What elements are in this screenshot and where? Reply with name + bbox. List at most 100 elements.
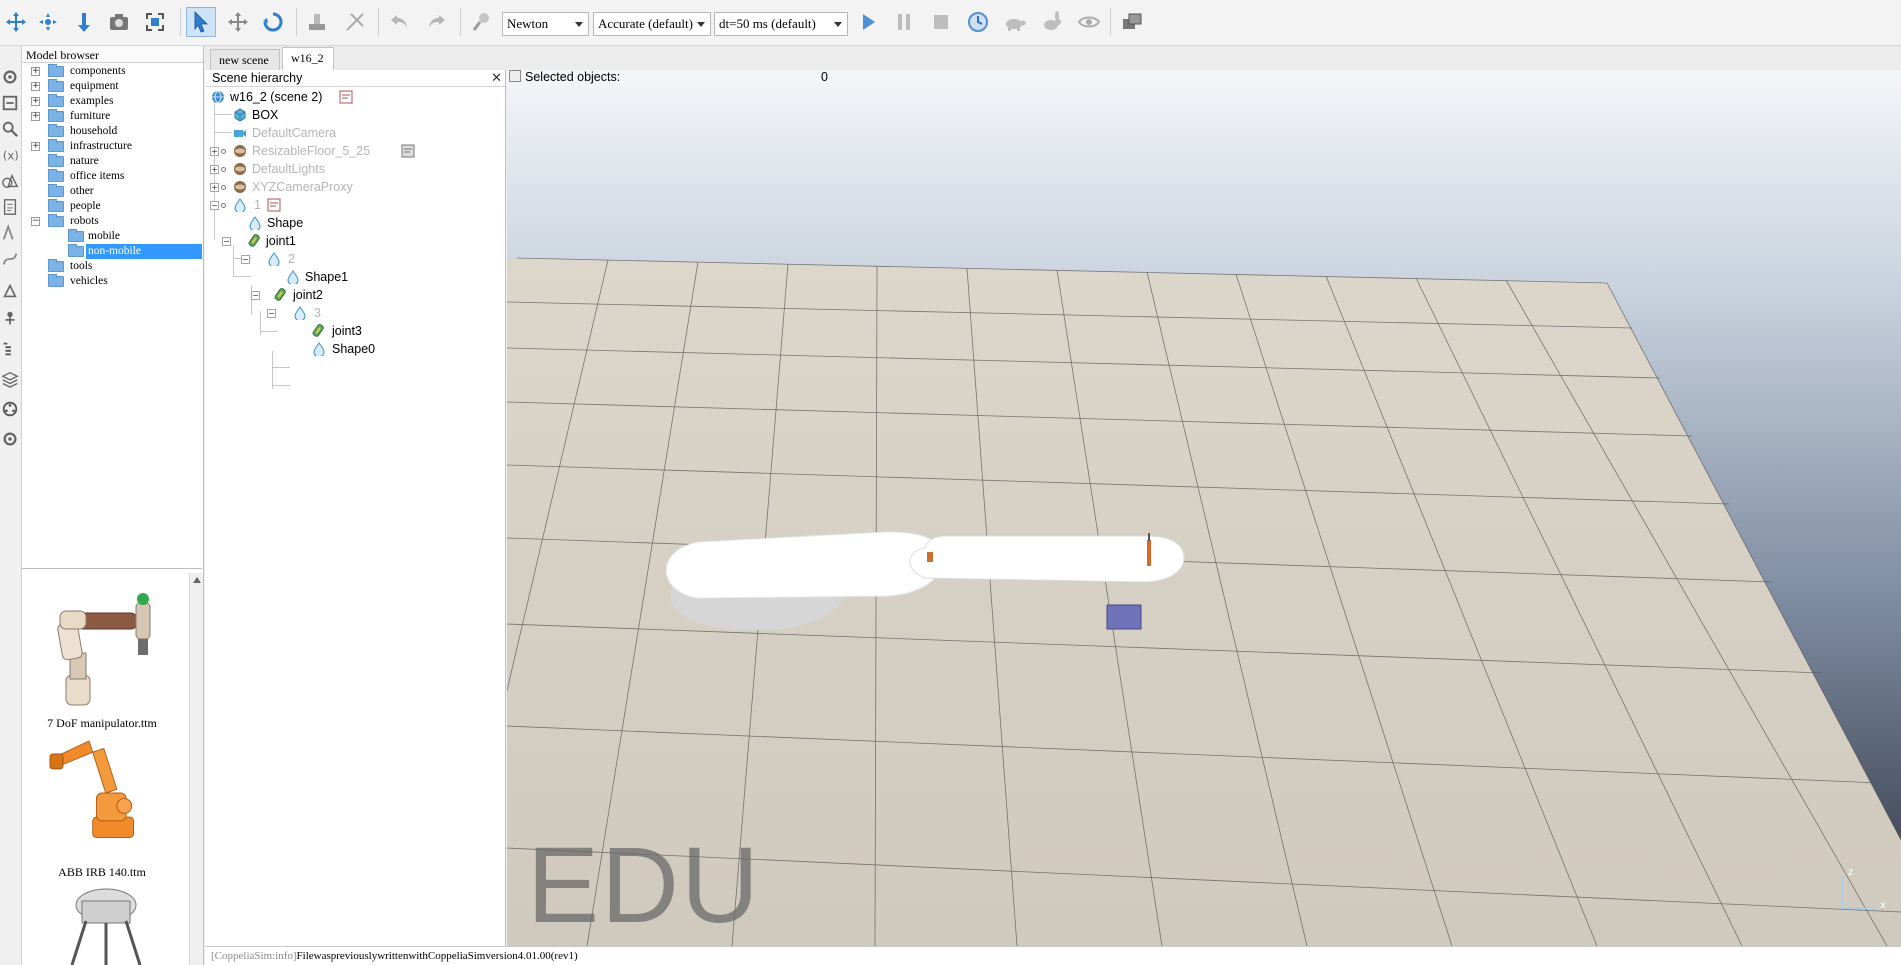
folder-item-equipment[interactable]: + equipment — [22, 79, 202, 94]
object-rotate-icon[interactable] — [258, 7, 288, 37]
shape-icon — [287, 270, 299, 284]
folder-label: examples — [70, 95, 114, 107]
camera-rotate-icon[interactable] — [33, 7, 63, 37]
chevron-down-icon — [834, 22, 842, 27]
visibility-dot-icon — [221, 167, 226, 172]
folder-icon — [48, 94, 64, 107]
collapse-icon[interactable]: − — [241, 255, 250, 264]
folder-item-office-items[interactable]: office items — [22, 169, 202, 184]
folder-item-components[interactable]: + components — [22, 64, 202, 79]
scene-viewport[interactable]: Selected objects: 0 EDU z x — [507, 70, 1901, 946]
simulation-settings-icon[interactable] — [0, 90, 20, 116]
start-simulation-icon[interactable] — [853, 7, 883, 37]
stop-simulation-icon[interactable] — [926, 7, 956, 37]
realtime-clock-icon[interactable] — [963, 7, 993, 37]
visualization-eye-icon[interactable] — [1074, 7, 1104, 37]
script-icon[interactable] — [267, 198, 281, 212]
folder-icon — [48, 109, 64, 122]
camera-angle-icon[interactable] — [104, 7, 134, 37]
folder-item-furniture[interactable]: + furniture — [22, 109, 202, 124]
folder-label: other — [70, 185, 94, 197]
redo-icon[interactable] — [421, 7, 451, 37]
expand-icon[interactable]: + — [210, 165, 219, 174]
video-recorder-icon[interactable] — [0, 396, 20, 422]
collapse-icon[interactable]: − — [31, 217, 40, 226]
slow-down-turtle-icon[interactable] — [1000, 7, 1030, 37]
object-shift-icon[interactable] — [223, 7, 253, 37]
scripts-icon[interactable] — [0, 194, 20, 220]
folder-item-infrastructure[interactable]: + infrastructure — [22, 139, 202, 154]
expand-icon[interactable]: + — [31, 142, 40, 151]
shape-icon — [294, 306, 306, 320]
calculation-modules-icon[interactable]: (x) — [0, 142, 20, 168]
folder-item-other[interactable]: other — [22, 184, 202, 199]
collapse-icon[interactable]: − — [251, 291, 260, 300]
undo-icon[interactable] — [385, 7, 415, 37]
model-browser-tree: + components + equipment + examples + fu… — [22, 64, 202, 569]
shape-icon — [249, 216, 261, 230]
joint-icon — [312, 324, 324, 337]
scene-windows-icon[interactable] — [1117, 7, 1147, 37]
pause-simulation-icon[interactable] — [889, 7, 919, 37]
accuracy-select[interactable]: Accurate (default) — [593, 12, 711, 36]
folder-item-nature[interactable]: nature — [22, 154, 202, 169]
physics-engine-icon[interactable] — [467, 7, 497, 37]
folder-icon — [48, 124, 64, 137]
physics-engine-select[interactable]: Newton — [502, 12, 589, 36]
assemble-icon[interactable] — [302, 7, 332, 37]
folder-item-people[interactable]: people — [22, 199, 202, 214]
script-icon[interactable] — [339, 90, 353, 104]
search-icon[interactable] — [0, 116, 20, 142]
script-icon[interactable] — [401, 144, 415, 158]
folder-icon — [48, 259, 64, 272]
folder-label: people — [70, 200, 101, 212]
speed-up-rabbit-icon[interactable] — [1037, 7, 1067, 37]
expand-icon[interactable]: + — [31, 82, 40, 91]
click-select-icon[interactable] — [186, 7, 216, 37]
model-thumbnail-delta-robot[interactable] — [22, 883, 182, 965]
folder-item-mobile[interactable]: mobile — [22, 229, 202, 244]
expand-icon[interactable]: + — [31, 97, 40, 106]
user-settings-icon[interactable] — [0, 426, 20, 452]
folder-label: furniture — [70, 110, 111, 122]
viewport-menu-icon[interactable] — [509, 70, 521, 82]
collapse-icon[interactable]: − — [267, 309, 276, 318]
camera-pan-icon[interactable] — [1, 7, 31, 37]
collections-icon[interactable] — [0, 168, 20, 194]
selection-icon[interactable] — [0, 278, 20, 304]
transfer-dna-icon[interactable] — [340, 7, 370, 37]
folder-item-household[interactable]: household — [22, 124, 202, 139]
tab-w16-2[interactable]: w16_2 — [282, 47, 334, 70]
folder-item-non-mobile[interactable]: non-mobile — [22, 244, 202, 259]
camera-shift-icon[interactable] — [69, 7, 99, 37]
collapse-icon[interactable]: − — [210, 201, 219, 210]
joint-icon — [248, 234, 260, 247]
expand-icon[interactable]: + — [31, 112, 40, 121]
timestep-select[interactable]: dt=50 ms (default) — [714, 12, 848, 36]
tab-new-scene[interactable]: new scene — [210, 49, 280, 70]
model-browser-toggle-icon[interactable] — [0, 306, 20, 332]
folder-item-vehicles[interactable]: vehicles — [22, 274, 202, 289]
scene-hierarchy-toggle-icon[interactable] — [0, 336, 20, 362]
folder-item-examples[interactable]: + examples — [22, 94, 202, 109]
fit-to-view-icon[interactable] — [140, 7, 170, 37]
folder-icon — [68, 244, 84, 257]
layers-icon[interactable] — [0, 366, 20, 392]
expand-icon[interactable]: + — [210, 147, 219, 156]
model-thumbnail-abb-irb140[interactable] — [22, 728, 182, 868]
folder-item-robots[interactable]: − robots — [22, 214, 202, 229]
path-edit-icon[interactable] — [0, 246, 20, 272]
model-thumbnail-7dof[interactable] — [22, 573, 182, 733]
folder-item-tools[interactable]: tools — [22, 259, 202, 274]
collapse-icon[interactable]: − — [222, 237, 231, 246]
shape-edit-icon[interactable] — [0, 220, 20, 246]
thumbnails-scrollbar[interactable] — [189, 573, 203, 965]
expand-icon[interactable]: + — [31, 67, 40, 76]
settings-icon[interactable] — [0, 64, 20, 90]
folder-icon — [48, 184, 64, 197]
main-toolbar: Newton Accurate (default) dt=50 ms (defa… — [0, 0, 1901, 46]
folder-icon — [48, 154, 64, 167]
close-icon[interactable]: ✕ — [491, 71, 502, 86]
expand-icon[interactable]: + — [210, 183, 219, 192]
scroll-up-icon[interactable] — [193, 577, 201, 583]
